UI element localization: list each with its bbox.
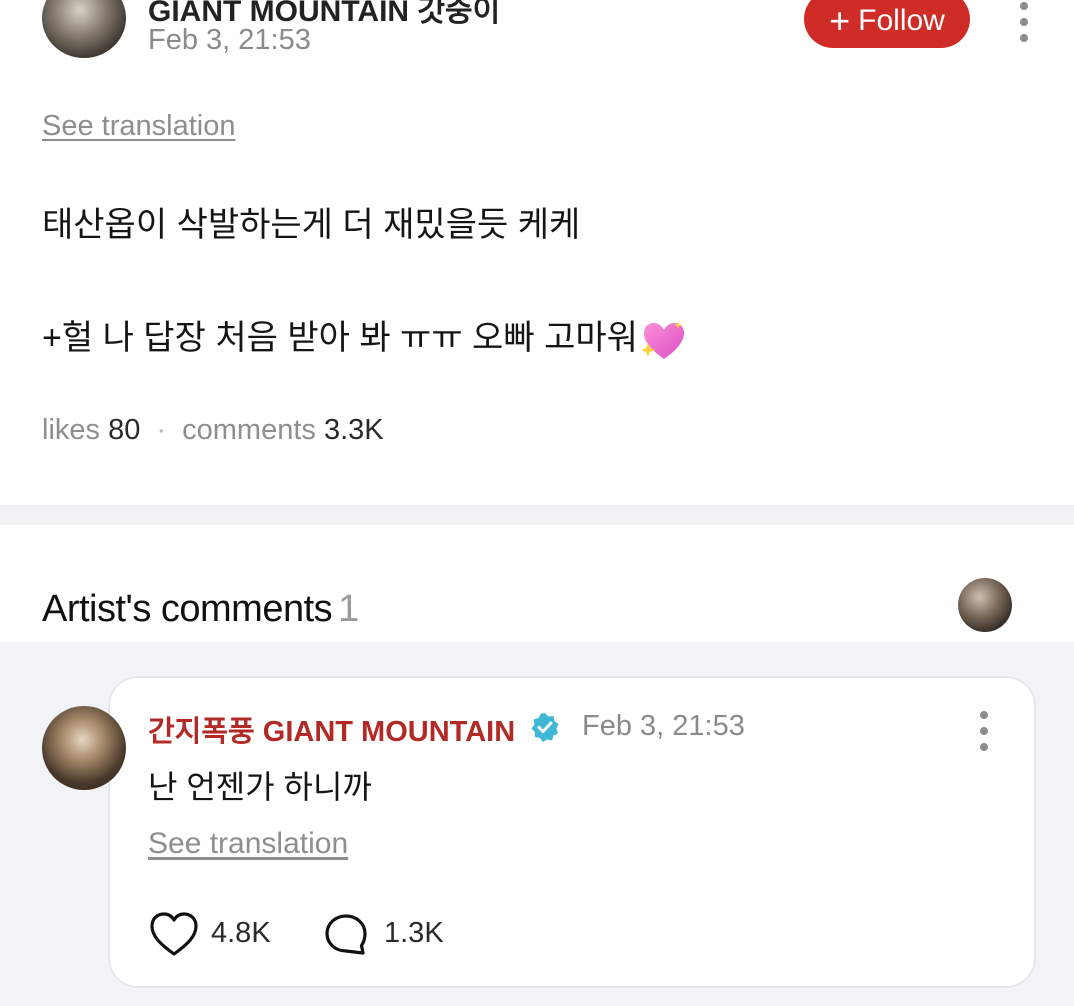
speech-bubble-icon[interactable]	[323, 912, 369, 958]
post-more-menu-icon[interactable]	[1018, 2, 1030, 42]
plus-icon: +	[829, 0, 851, 41]
comment-text: 난 언젠가 하니까	[148, 769, 372, 805]
comment-reply-count: 1.3K	[384, 917, 444, 949]
artist-name[interactable]: 간지폭풍 GIANT MOUNTAIN	[148, 708, 515, 750]
comment-date: Feb 3, 21:53	[582, 710, 745, 742]
comment-like-count: 4.8K	[211, 917, 271, 949]
artist-comments-title: Artist's comments 1	[42, 588, 359, 631]
comment-more-menu-icon[interactable]	[978, 711, 990, 751]
comment-see-translation-link[interactable]: See translation	[148, 827, 348, 861]
follow-button[interactable]: + Follow	[804, 0, 970, 48]
post-body-line-1: 태산옵이 삭발하는게 더 재밌을듯 케케	[42, 206, 581, 244]
post-body-line-2: +헐 나 답장 처음 받아 봐 ㅠㅠ 오빠 고마워	[42, 310, 686, 361]
comments-label: comments	[182, 414, 316, 446]
stats-separator: ·	[156, 414, 167, 446]
artist-comments-title-text: Artist's comments	[42, 588, 333, 630]
section-divider	[0, 505, 1074, 525]
likes-label: likes	[42, 414, 101, 446]
post-body-line-2-text: +헐 나 답장 처음 받아 봐 ㅠㅠ 오빠 고마워	[42, 319, 638, 357]
post-date: Feb 3, 21:53	[148, 24, 311, 56]
comments-count[interactable]: 3.3K	[324, 414, 384, 446]
likes-count[interactable]: 80	[108, 414, 140, 446]
sparkling-heart-emoji-icon	[640, 321, 684, 360]
artist-comments-count: 1	[338, 588, 359, 630]
post-see-translation-link[interactable]: See translation	[42, 110, 235, 143]
heart-outline-icon[interactable]	[148, 910, 200, 958]
post-stats: likes 80 · comments 3.3K	[42, 414, 384, 447]
verified-badge-icon	[531, 713, 559, 742]
artist-avatar[interactable]	[42, 706, 126, 790]
artist-avatar-small[interactable]	[958, 578, 1012, 632]
follow-label: Follow	[858, 4, 945, 37]
post-author-avatar[interactable]	[42, 0, 126, 58]
